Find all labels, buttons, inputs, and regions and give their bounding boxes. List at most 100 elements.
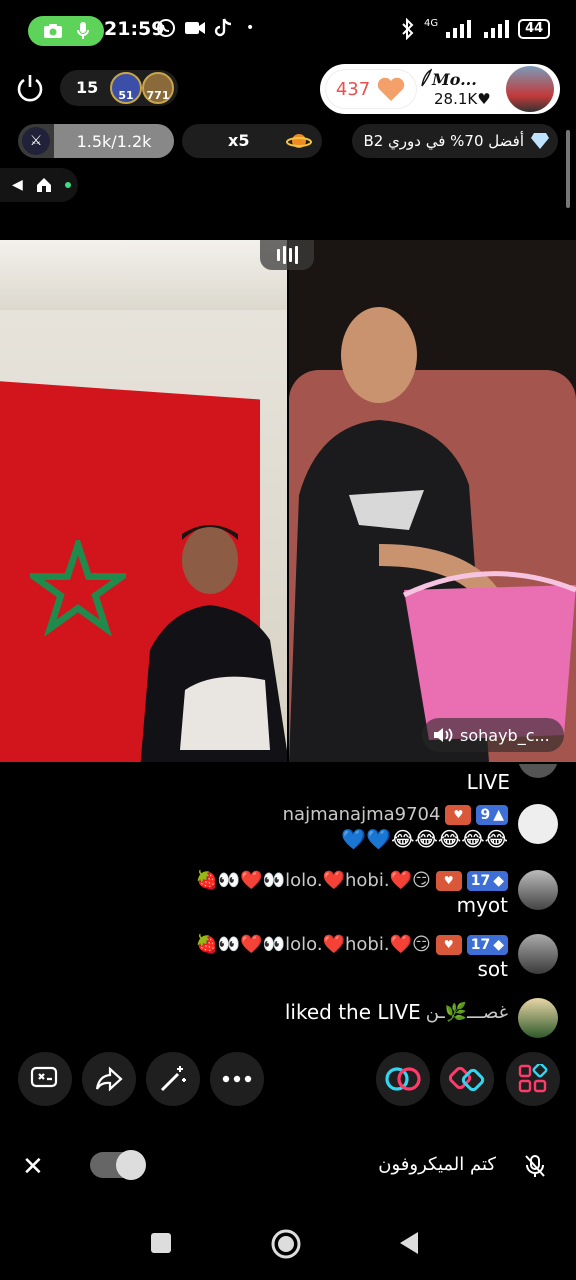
battery-indicator: 44 [518,19,551,39]
battle-score-pill[interactable]: ⚔ 1.5k/1.2k [18,124,174,158]
league-rank-pill[interactable]: أفضل 70% في دوري B2 [352,124,558,158]
diamond-icon [531,133,549,149]
share-button[interactable] [82,1052,136,1106]
online-dot [64,182,71,188]
mute-mic-label[interactable]: كتم الميكروفون [300,1154,496,1175]
chat-text: sot [477,957,509,981]
battle-score: 1.5k/1.2k [54,124,174,158]
multiplier-value: x5 [228,131,250,150]
host-score-chip[interactable]: 437 [326,70,416,108]
guest-name-tag[interactable]: sohayb_c... [422,718,564,752]
host-person [140,525,287,762]
back-icon[interactable] [398,1230,420,1256]
chat-avatar[interactable] [518,998,558,1038]
home-button-icon[interactable] [270,1228,302,1260]
level-value: 9 [480,806,491,823]
network-label: 4G [424,18,439,29]
recents-icon[interactable] [150,1232,172,1254]
chat-text: 💙💙😂😂😂😂😂 [341,827,508,851]
viewer-badge: 51 [118,89,134,102]
screen-recording-indicator[interactable] [28,16,104,46]
feather-icon [421,68,432,87]
microphone-icon [76,22,89,39]
notification-icons: • [156,18,254,38]
chat-username[interactable]: 🍓👀❤️👀lolo.❤️hobi.❤️😏 [195,870,430,891]
power-icon[interactable] [14,72,46,104]
battle-video-area[interactable] [0,240,576,762]
dot-icon: • [246,20,255,36]
magic-wand-button[interactable] [146,1052,200,1106]
ceiling [0,240,287,310]
speaker-icon [434,728,453,742]
link-button[interactable] [376,1052,430,1106]
apps-button[interactable] [506,1052,560,1106]
close-icon[interactable]: ✕ [22,1152,44,1182]
host-score: 437 [335,78,371,100]
scroll-indicator [566,130,570,208]
host-avatar[interactable] [506,66,554,112]
caption-button[interactable] [18,1052,72,1106]
toggle-knob [116,1150,146,1180]
chat-avatar[interactable] [518,934,558,974]
chat-join-line[interactable]: liked the LIVE غصـــ🌿ـن [285,998,558,1038]
guest-name: sohayb_c... [460,725,550,745]
mic-toggle[interactable] [90,1150,146,1180]
multiplier-pill[interactable]: x5 [182,124,322,158]
chat-avatar[interactable] [518,764,558,778]
chat-text: myot [456,893,508,917]
host-likes: 28.1K♥ [434,90,491,108]
camera-icon [43,24,62,38]
more-icon [222,1075,252,1083]
guest-video[interactable] [289,240,576,762]
bluetooth-icon [402,18,414,40]
home-icon[interactable] [35,176,53,194]
level-diamond-icon: ◆ [493,872,504,889]
fan-badge-icon: ♥ [435,870,462,891]
chat-avatar[interactable] [518,870,558,910]
magic-wand-icon [160,1066,186,1092]
chat-partial-text: LIVE [466,770,510,794]
mic-control-bar: ✕ كتم الميكروفون [0,1130,576,1200]
heart-icon [377,77,405,101]
level-badge: 9 ▲ [476,804,508,825]
system-nav-bar [0,1206,576,1280]
chat-message[interactable]: 🍓👀❤️👀lolo.❤️hobi.❤️😏 ♥ 17 ◆ myot [195,870,558,919]
viewer-pill[interactable]: 15 51 771 [60,70,178,106]
fan-badge-icon: ♥ [445,804,472,825]
viewer-avatar[interactable]: 51 [110,72,142,104]
host-likes-value: 28.1K [434,90,478,108]
chat-message[interactable]: 🍓👀❤️👀lolo.❤️hobi.❤️😏 ♥ 17 ◆ sot [195,934,558,983]
chat-username[interactable]: 🍓👀❤️👀lolo.❤️hobi.❤️😏 [195,934,430,955]
join-username[interactable]: غصـــ🌿ـن [426,1002,508,1023]
viewer-badge: 771 [146,89,170,102]
chat-partial-line: LIVE [467,768,510,796]
link-icon [385,1067,421,1091]
small-heart-icon: ♥ [477,90,491,108]
host-video[interactable] [0,240,287,762]
level-value: 17 [470,872,491,889]
system-status: 4G 44 [400,18,551,40]
signal-icon-2 [484,20,510,38]
planet-icon [286,134,312,148]
team-icon: ⚔ [22,127,50,155]
video-call-icon [185,22,205,34]
league-rank-text: أفضل 70% في دوري B2 [363,132,524,150]
whatsapp-icon [157,19,175,37]
effects-button[interactable] [440,1052,494,1106]
split-handle-icon[interactable] [260,240,314,270]
tiktok-icon [214,18,232,37]
chat-message[interactable]: najmanajma9704 ♥ 9 ▲ 💙💙😂😂😂😂😂 [283,804,558,853]
chevron-left-icon[interactable]: ◀ [12,177,23,193]
chat-username[interactable]: najmanajma9704 [283,804,441,825]
level-badge: 17 ◆ [466,870,508,891]
viewer-avatar[interactable]: 771 [142,72,174,104]
chat-feed[interactable]: LIVE najmanajma9704 ♥ 9 ▲ 💙💙😂😂😂😂😂 🍓👀❤️👀lo… [0,764,576,1044]
fan-badge-icon: ♥ [435,934,462,955]
mic-off-icon[interactable] [524,1154,546,1178]
guest-person [289,300,576,762]
level-diamond-icon: ◆ [493,936,504,953]
more-button[interactable] [210,1052,264,1106]
mini-nav[interactable]: ◀ [0,168,78,202]
chat-avatar[interactable] [518,804,558,844]
host-pill[interactable]: 437 Mo... 28.1K♥ [320,64,560,114]
